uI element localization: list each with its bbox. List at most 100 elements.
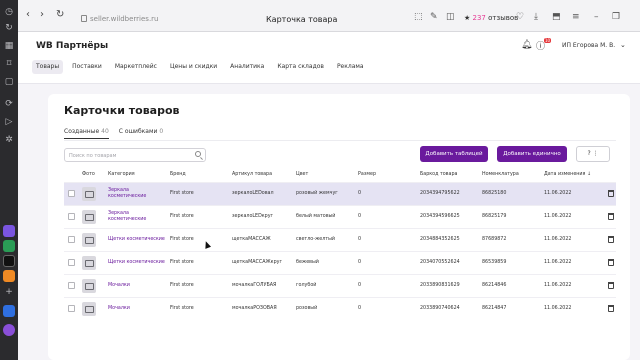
clock-icon[interactable]: ◷ (0, 6, 18, 18)
menu-icon[interactable]: ≡ (572, 12, 580, 22)
category-link[interactable]: Зеркала косметические (106, 204, 168, 228)
reload-page-icon[interactable]: ↻ (56, 9, 64, 21)
row-checkbox[interactable] (68, 190, 75, 197)
col-size[interactable]: Размер (356, 168, 418, 182)
col-article[interactable]: Артикул товара (230, 168, 294, 182)
trash-icon[interactable] (608, 213, 614, 220)
category-link[interactable]: Щетки косметические (106, 250, 168, 274)
trash-icon[interactable] (608, 190, 614, 197)
back-icon[interactable]: ‹ (26, 9, 30, 21)
category-link[interactable]: Зеркала косметические (106, 181, 168, 205)
brand-cell: First store (168, 227, 230, 251)
trash-icon[interactable] (608, 282, 614, 289)
tab-created[interactable]: Созданные 40 (64, 128, 109, 139)
col-barcode[interactable]: Баркод товара (418, 168, 480, 182)
menu-item-marketplace[interactable]: Маркетплейс (111, 60, 161, 74)
bookmark-icon[interactable]: ⌑ (0, 58, 18, 70)
menu-item-warehouses[interactable]: Карта складов (273, 60, 328, 74)
menu-item-ads[interactable]: Реклама (333, 60, 368, 74)
row-cell (600, 227, 616, 251)
user-name[interactable]: ИП Егорова М. В. (562, 42, 615, 49)
photo-thumbnail-icon[interactable] (82, 301, 96, 316)
chevron-down-icon[interactable]: ⌄ (620, 41, 626, 49)
downloads-icon[interactable]: ⤓ (534, 12, 538, 22)
row-checkbox[interactable] (68, 213, 75, 220)
window-icon[interactable]: ❐ (612, 12, 620, 22)
address-bar[interactable]: seller.wildberries.ru (90, 15, 159, 23)
col-nomenclature[interactable]: Номенклатура (480, 168, 542, 182)
lock-icon (81, 15, 87, 22)
photo-thumbnail-icon[interactable] (82, 255, 96, 270)
table-row[interactable]: Мочалки First store мочалкаРОЗОВАЯ розовый 0… (64, 296, 616, 320)
app-icon-green[interactable] (3, 240, 15, 252)
box-icon[interactable]: ▢ (0, 76, 18, 88)
app-icon-violet[interactable] (3, 324, 15, 336)
extension-icon[interactable]: ⬒ (552, 12, 561, 22)
row-checkbox[interactable] (68, 305, 75, 313)
category-link[interactable]: Щетки косметические (106, 227, 168, 251)
app-icon-blue[interactable] (3, 305, 15, 317)
search-icon[interactable] (195, 151, 201, 157)
history-icon[interactable]: ⟳ (0, 98, 18, 110)
shield-icon[interactable]: ◫ (446, 12, 455, 22)
play-icon[interactable]: ▷ (0, 116, 18, 128)
category-link[interactable]: Мочалки (106, 273, 168, 297)
photo-thumbnail-icon[interactable] (82, 209, 96, 224)
photo-thumbnail-icon[interactable] (82, 278, 96, 293)
search-input[interactable] (69, 151, 189, 160)
menu-item-prices[interactable]: Цены и скидки (166, 60, 221, 74)
share-icon[interactable]: ⬚ (414, 12, 423, 22)
menu-item-products[interactable]: Товары (32, 60, 64, 74)
size-cell: 0 (356, 273, 418, 297)
help-icon[interactable]: ⓘ (536, 39, 545, 52)
table-row[interactable]: Мочалки First store мочалкаГОЛУБАЯ голубой 0… (64, 273, 616, 297)
app-icon-orange[interactable] (3, 270, 15, 282)
row-checkbox[interactable] (68, 236, 75, 243)
table-row[interactable]: Зеркала косметические First store зеркалоL… (64, 181, 616, 205)
grid-icon[interactable]: ▦ (0, 40, 18, 52)
add-single-button[interactable]: Добавить единично (497, 146, 567, 162)
logo[interactable]: WB Партнёры (36, 41, 108, 51)
bookmark-star-icon[interactable]: ♡ (516, 12, 524, 22)
color-cell: розовый (294, 296, 356, 320)
row-cell (80, 227, 106, 251)
menu-item-supplies[interactable]: Поставки (68, 60, 106, 74)
app-icon-black[interactable] (3, 255, 15, 267)
reviews-counter[interactable]: ★ 237 отзывов (464, 14, 518, 22)
row-checkbox[interactable] (68, 259, 75, 266)
brand-cell: First store (168, 204, 230, 228)
photo-thumbnail-icon[interactable] (82, 186, 96, 201)
col-brand[interactable]: Бренд (168, 168, 230, 182)
col-date[interactable]: Дата изменения ↓ (542, 168, 600, 182)
settings-icon[interactable]: ✲ (0, 134, 18, 146)
col-category[interactable]: Категория (106, 168, 168, 182)
tabs-divider (64, 140, 616, 141)
table-row[interactable]: Щетки косметические First store щеткаМАССА… (64, 250, 616, 274)
date-cell: 11.06.2022 (542, 227, 600, 251)
tab-errors[interactable]: С ошибками 0 (119, 128, 163, 139)
bell-icon[interactable]: 🔔︎ (521, 40, 532, 50)
photo-thumbnail-icon[interactable] (82, 232, 96, 247)
category-link[interactable]: Мочалки (106, 296, 168, 320)
trash-icon[interactable] (608, 259, 614, 266)
add-icon[interactable]: + (0, 286, 18, 298)
app-icon-purple[interactable] (3, 225, 15, 237)
trash-icon[interactable] (608, 305, 614, 313)
trash-icon[interactable] (608, 236, 614, 243)
question-icon: ? (587, 150, 591, 157)
help-options-button[interactable]: ? ⋮ (576, 146, 610, 162)
row-checkbox[interactable] (68, 282, 75, 289)
col-color[interactable]: Цвет (294, 168, 356, 182)
table-row[interactable]: Зеркала косметические First store зеркалоL… (64, 204, 616, 228)
translate-icon[interactable]: ✎ (430, 12, 438, 22)
forward-icon[interactable]: › (40, 9, 44, 21)
menu-item-analytics[interactable]: Аналитика (226, 60, 268, 74)
row-cell (80, 181, 106, 205)
sort-arrow-icon: ↓ (586, 172, 591, 178)
table-row[interactable]: Щетки косметические First store щеткаМАССА… (64, 227, 616, 251)
search-box[interactable] (64, 148, 206, 162)
add-table-button[interactable]: Добавить таблицей (420, 146, 488, 162)
reload-icon[interactable]: ↻ (0, 22, 18, 34)
nomenclature-cell: 86214846 (480, 273, 542, 297)
minimize-icon[interactable]: – (594, 12, 599, 22)
